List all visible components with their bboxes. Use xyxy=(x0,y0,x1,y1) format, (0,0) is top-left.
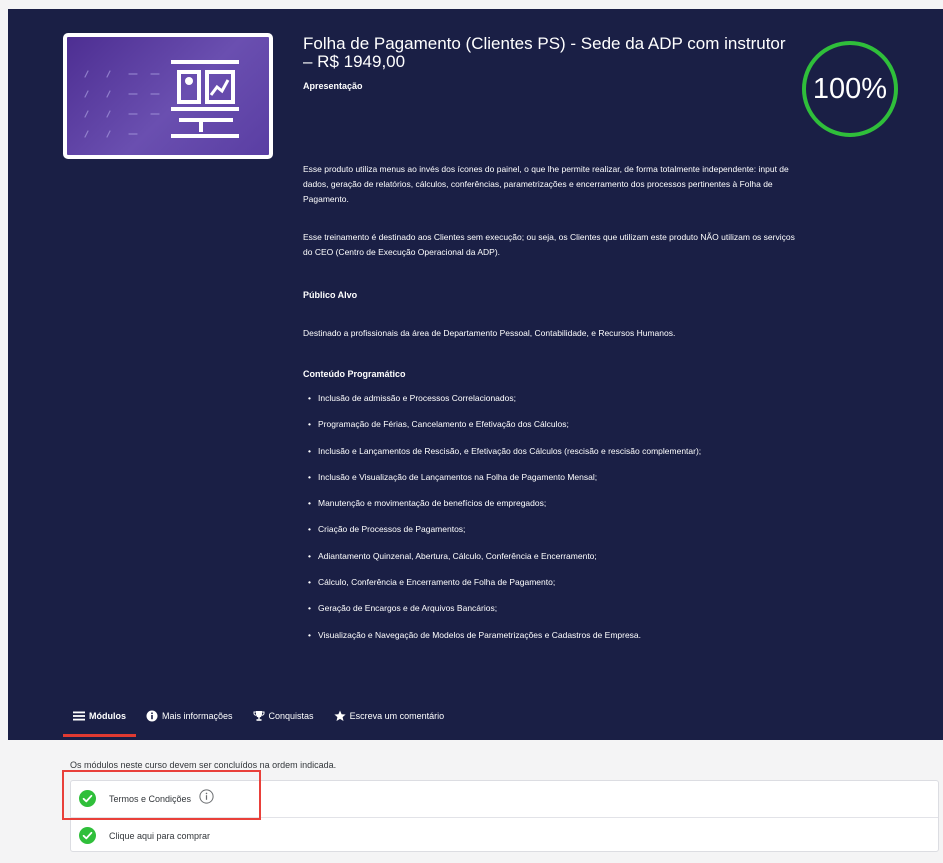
tab-escreva-comentario[interactable]: Escreva um comentário xyxy=(324,697,455,737)
progress-percentage: 100% xyxy=(812,73,888,105)
content-list: Inclusão de admissão e Processos Correla… xyxy=(303,385,701,648)
course-title: Folha de Pagamento (Clientes PS) - Sede … xyxy=(303,34,786,71)
audience-text: Destinado a profissionais da área de Dep… xyxy=(303,328,676,338)
list-item: Manutenção e movimentação de benefícios … xyxy=(303,490,701,517)
modules-order-notice: Os módulos neste curso devem ser concluí… xyxy=(70,760,337,770)
list-item: Criação de Processos de Pagamentos; xyxy=(303,516,701,543)
tab-label: Mais informações xyxy=(162,710,233,721)
presentation-illustration-icon xyxy=(84,60,239,138)
course-description-2: Esse treinamento é destinado aos Cliente… xyxy=(303,232,795,257)
list-icon xyxy=(73,711,85,720)
star-icon xyxy=(333,710,346,721)
list-item: Programação de Férias, Cancelamento e Ef… xyxy=(303,411,701,438)
tab-modulos[interactable]: Módulos xyxy=(63,697,136,737)
tab-label: Escreva um comentário xyxy=(349,710,445,721)
course-thumbnail xyxy=(63,33,273,159)
module-item-comprar[interactable]: Clique aqui para comprar xyxy=(71,817,938,853)
course-description-1: Esse produto utiliza menus ao invés dos … xyxy=(303,164,789,204)
list-item: Geração de Encargos e de Arquivos Bancár… xyxy=(303,595,701,622)
module-label: Clique aqui para comprar xyxy=(109,830,211,841)
list-item: Inclusão e Visualização de Lançamentos n… xyxy=(303,464,701,491)
list-item: Visualização e Navegação de Modelos de P… xyxy=(303,622,701,649)
list-item: Inclusão de admissão e Processos Correla… xyxy=(303,385,701,412)
info-circle-icon xyxy=(146,710,158,721)
audience-heading: Público Alvo xyxy=(303,290,358,300)
tab-label: Conquistas xyxy=(268,710,314,721)
highlight-box xyxy=(62,770,261,820)
tab-mais-informacoes[interactable]: Mais informações xyxy=(136,697,243,737)
course-subtitle: Apresentação xyxy=(303,81,363,91)
check-circle-icon xyxy=(79,827,96,844)
list-item: Adiantamento Quinzenal, Abertura, Cálcul… xyxy=(303,543,701,570)
content-heading: Conteúdo Programático xyxy=(303,369,406,379)
trophy-icon xyxy=(253,710,265,721)
tab-label: Módulos xyxy=(89,710,126,721)
course-tabs: Módulos Mais informações Conquistas Escr… xyxy=(63,697,454,739)
tab-conquistas[interactable]: Conquistas xyxy=(243,697,324,737)
list-item: Cálculo, Conferência e Encerramento de F… xyxy=(303,569,701,596)
list-item: Inclusão e Lançamentos de Rescisão, e Ef… xyxy=(303,438,701,465)
